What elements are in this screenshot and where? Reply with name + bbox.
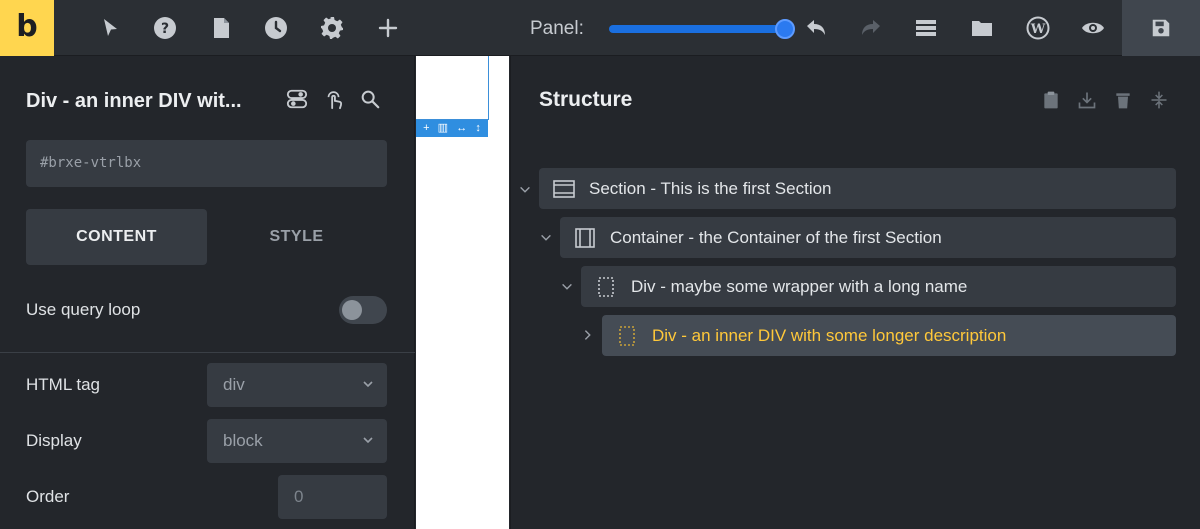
- node-label: Container - the Container of the first S…: [610, 227, 942, 247]
- logo[interactable]: b: [0, 0, 54, 56]
- preview-icon[interactable]: [1079, 14, 1107, 42]
- slider-thumb[interactable]: [775, 19, 795, 39]
- toggle-knob: [342, 300, 362, 320]
- svg-text:W: W: [1030, 22, 1046, 37]
- chevron-down-icon: [363, 437, 373, 444]
- structure-title: Structure: [539, 88, 633, 111]
- element-id-field[interactable]: #brxe-vtrlbx: [26, 140, 387, 187]
- canvas-preview[interactable]: + ▥ ↔ ↕: [416, 56, 509, 529]
- add-element-icon[interactable]: +: [423, 123, 429, 134]
- html-tag-value: div: [223, 375, 245, 394]
- query-loop-toggle[interactable]: [339, 296, 387, 324]
- element-settings-panel: Div - an inner DIV wit... #brxe-vtrlbx C…: [0, 56, 415, 529]
- node-label: Div - an inner DIV with some longer desc…: [652, 325, 1007, 345]
- panel-label: Panel:: [530, 18, 584, 39]
- node-label: Section - This is the first Section: [589, 178, 832, 198]
- expand-caret[interactable]: [580, 327, 596, 343]
- svg-text:?: ?: [161, 21, 169, 37]
- display-label: Display: [26, 431, 82, 450]
- div-icon: [616, 325, 638, 347]
- collapse-caret[interactable]: [517, 182, 533, 198]
- tab-style[interactable]: STYLE: [206, 209, 387, 265]
- div-icon: [595, 276, 617, 298]
- search-icon[interactable]: [357, 86, 383, 112]
- display-value: block: [223, 431, 263, 450]
- settings-icon[interactable]: [318, 14, 346, 42]
- structure-node-section[interactable]: Section - This is the first Section: [539, 168, 1176, 209]
- toggle-settings-icon[interactable]: [284, 86, 310, 112]
- redo-icon[interactable]: [857, 14, 885, 42]
- container-icon: [574, 227, 596, 249]
- node-label: Div - maybe some wrapper with a long nam…: [631, 276, 968, 296]
- help-icon[interactable]: ?: [151, 14, 179, 42]
- columns-icon[interactable]: ▥: [438, 123, 448, 134]
- top-toolbar: b ? Panel: W: [0, 0, 1200, 56]
- add-icon[interactable]: [374, 14, 402, 42]
- collapse-all-icon[interactable]: [1147, 88, 1171, 112]
- undo-icon[interactable]: [802, 14, 830, 42]
- folder-icon[interactable]: [968, 14, 996, 42]
- structure-node-container[interactable]: Container - the Container of the first S…: [560, 217, 1176, 258]
- wordpress-icon[interactable]: W: [1024, 14, 1052, 42]
- save-button[interactable]: [1122, 0, 1200, 56]
- logo-letter: b: [16, 9, 38, 44]
- html-tag-select[interactable]: div: [207, 363, 387, 407]
- interaction-icon[interactable]: [321, 86, 347, 112]
- slider-track: [609, 25, 779, 33]
- clipboard-icon[interactable]: [1039, 88, 1063, 112]
- structure-node-div-active[interactable]: Div - an inner DIV with some longer desc…: [602, 315, 1176, 356]
- trash-icon[interactable]: [1111, 88, 1135, 112]
- section-icon: [553, 178, 575, 200]
- panel-width-slider[interactable]: [609, 19, 795, 39]
- order-label: Order: [26, 487, 70, 506]
- pointer-icon[interactable]: [96, 14, 124, 42]
- element-title: Div - an inner DIV wit...: [26, 90, 242, 112]
- collapse-caret[interactable]: [538, 230, 554, 246]
- divider: [0, 352, 415, 353]
- element-actions-toolbar: + ▥ ↔ ↕: [416, 120, 488, 137]
- selected-element-outline: [416, 56, 489, 120]
- resize-vertical-icon[interactable]: ↕: [475, 123, 481, 134]
- query-loop-label: Use query loop: [26, 300, 141, 319]
- structure-node-div[interactable]: Div - maybe some wrapper with a long nam…: [581, 266, 1176, 307]
- structure-panel: Structure Section - This is the first Se…: [510, 56, 1200, 529]
- resize-horizontal-icon[interactable]: ↔: [456, 123, 467, 134]
- page-icon[interactable]: [207, 14, 235, 42]
- tab-content[interactable]: CONTENT: [26, 209, 207, 265]
- history-icon[interactable]: [262, 14, 290, 42]
- display-select[interactable]: block: [207, 419, 387, 463]
- order-input[interactable]: 0: [278, 475, 387, 519]
- collapse-caret[interactable]: [559, 279, 575, 295]
- download-icon[interactable]: [1075, 88, 1099, 112]
- save-icon: [1152, 19, 1170, 37]
- chevron-down-icon: [363, 381, 373, 388]
- structure-icon[interactable]: [912, 14, 940, 42]
- html-tag-label: HTML tag: [26, 375, 101, 394]
